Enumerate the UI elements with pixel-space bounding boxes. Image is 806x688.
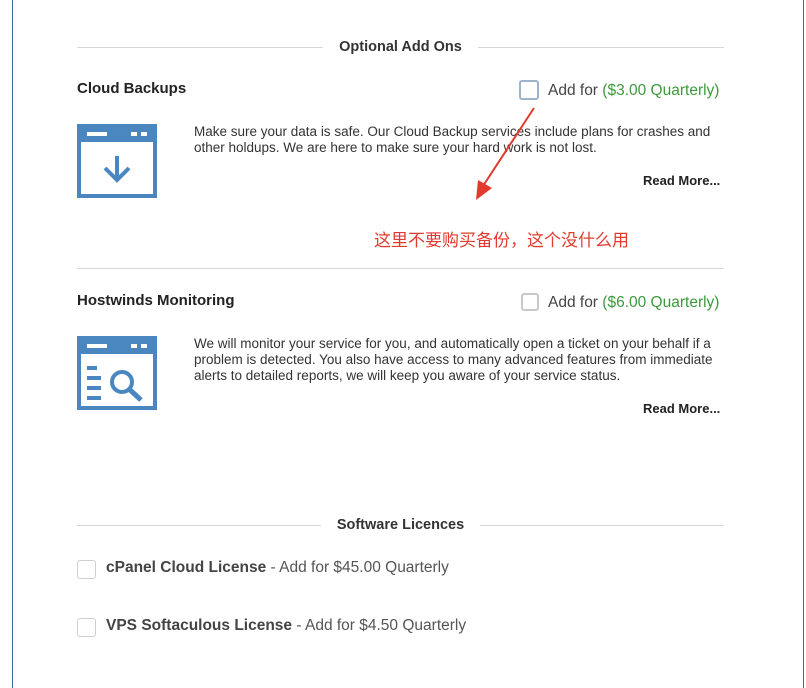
- addon-price-hostwinds-monitoring: Add for ($6.00 Quarterly): [548, 294, 719, 312]
- software-licences-heading: Software Licences: [77, 515, 724, 535]
- addon-checkbox-hostwinds-monitoring[interactable]: [521, 293, 539, 311]
- section-title: Software Licences: [324, 517, 477, 533]
- addon-description-hostwinds-monitoring: We will monitor your service for you, an…: [194, 336, 713, 383]
- price-amount: ($6.00 Quarterly): [602, 294, 720, 311]
- add-for-label: Add for: [548, 294, 598, 311]
- license-name: VPS Softaculous License: [106, 617, 293, 634]
- license-price: - Add for $45.00 Quarterly: [266, 559, 449, 576]
- license-price: - Add for $4.50 Quarterly: [292, 617, 467, 634]
- addon-title-hostwinds-monitoring: Hostwinds Monitoring: [77, 292, 235, 309]
- addon-divider: [77, 268, 724, 269]
- license-name: cPanel Cloud License: [106, 559, 267, 576]
- monitor-search-window-icon: [77, 336, 157, 410]
- license-checkbox-cpanel[interactable]: [77, 560, 96, 579]
- license-checkbox-softaculous[interactable]: [77, 618, 96, 637]
- annotation-text: 这里不要购买备份，这个没什么用: [374, 231, 629, 251]
- read-more-link-hostwinds-monitoring[interactable]: Read More...: [643, 401, 720, 416]
